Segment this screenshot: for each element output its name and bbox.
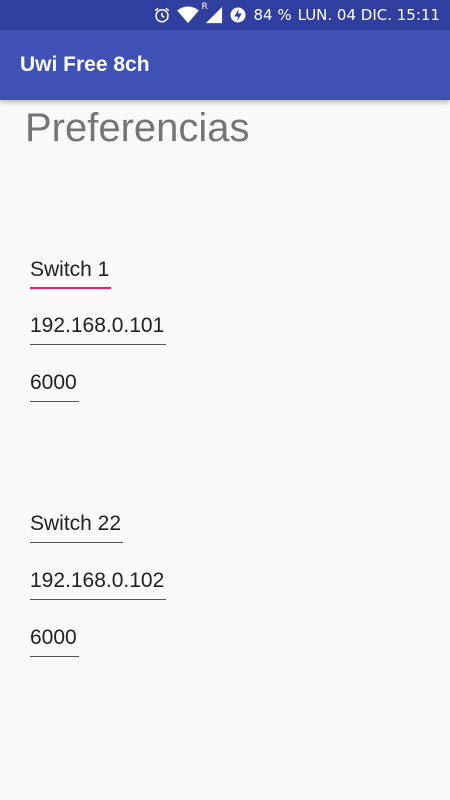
app-title: Uwi Free 8ch <box>20 53 150 76</box>
switch-2-name-field[interactable]: Switch 22 <box>30 512 124 543</box>
signal-icon: R <box>201 2 223 24</box>
switch-1-ip-field[interactable]: 192.168.0.101 <box>30 314 167 345</box>
battery-percent: 84 % <box>253 6 292 24</box>
status-bar: R 84 % LUN. 04 DIC. 15:11 <box>0 0 450 30</box>
wifi-icon <box>177 6 200 24</box>
page-heading: Preferencias <box>25 106 250 150</box>
roaming-indicator: R <box>201 2 208 12</box>
switch-2-port-field[interactable]: 6000 <box>30 626 79 657</box>
switch-1-port-field[interactable]: 6000 <box>30 371 79 402</box>
switch-2-ip-field[interactable]: 192.168.0.102 <box>30 569 167 600</box>
data-saver-icon <box>229 6 247 24</box>
switch-1-name-field[interactable]: Switch 1 <box>30 258 112 289</box>
status-date-time: LUN. 04 DIC. 15:11 <box>297 6 440 24</box>
alarm-icon <box>153 6 171 24</box>
app-bar: Uwi Free 8ch <box>0 30 450 100</box>
